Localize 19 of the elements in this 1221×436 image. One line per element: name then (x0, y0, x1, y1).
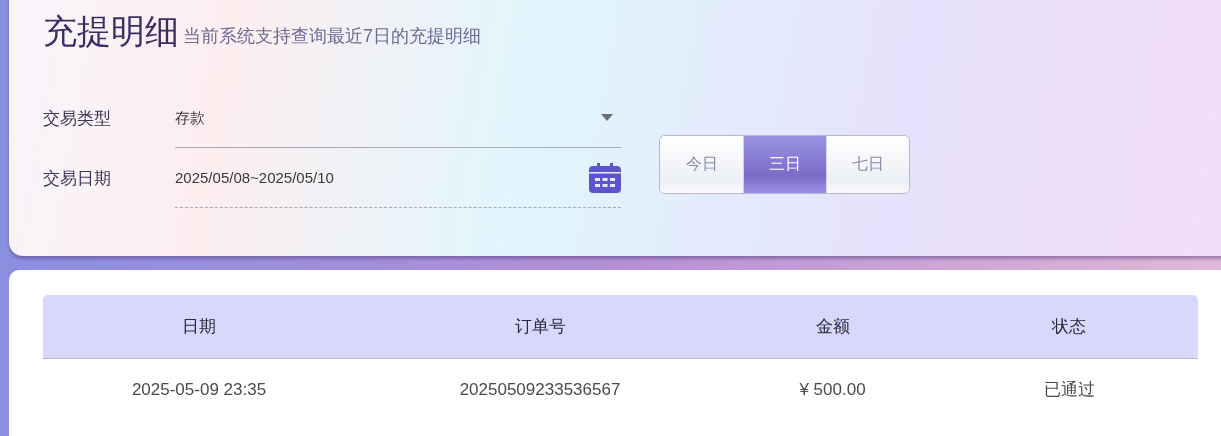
table-cell: 20250509233536567 (355, 358, 725, 420)
table-cell: 2025-05-09 23:35 (43, 358, 355, 420)
dropdown-caret-icon (601, 114, 613, 122)
column-header: 订单号 (355, 295, 725, 358)
column-header: 日期 (43, 295, 355, 358)
range-button[interactable]: 七日 (826, 135, 909, 193)
type-select[interactable]: 存款 (175, 88, 621, 149)
date-range-field[interactable]: 2025/05/08~2025/05/10 (175, 148, 621, 209)
range-button[interactable]: 今日 (660, 135, 743, 193)
field-label: 交易类型 (43, 107, 112, 130)
calendar-icon[interactable] (589, 162, 621, 193)
page-subtitle: 当前系统支持查询最近7日的充提明细 (183, 25, 481, 49)
page-title: 充提明细 (43, 13, 179, 51)
range-button[interactable]: 三日 (743, 135, 826, 193)
field-label: 交易日期 (43, 167, 112, 190)
table-cell: ¥ 500.00 (725, 358, 940, 420)
table-cell: 已通过 (940, 358, 1198, 420)
column-header: 状态 (940, 295, 1198, 358)
column-header: 金额 (725, 295, 940, 358)
